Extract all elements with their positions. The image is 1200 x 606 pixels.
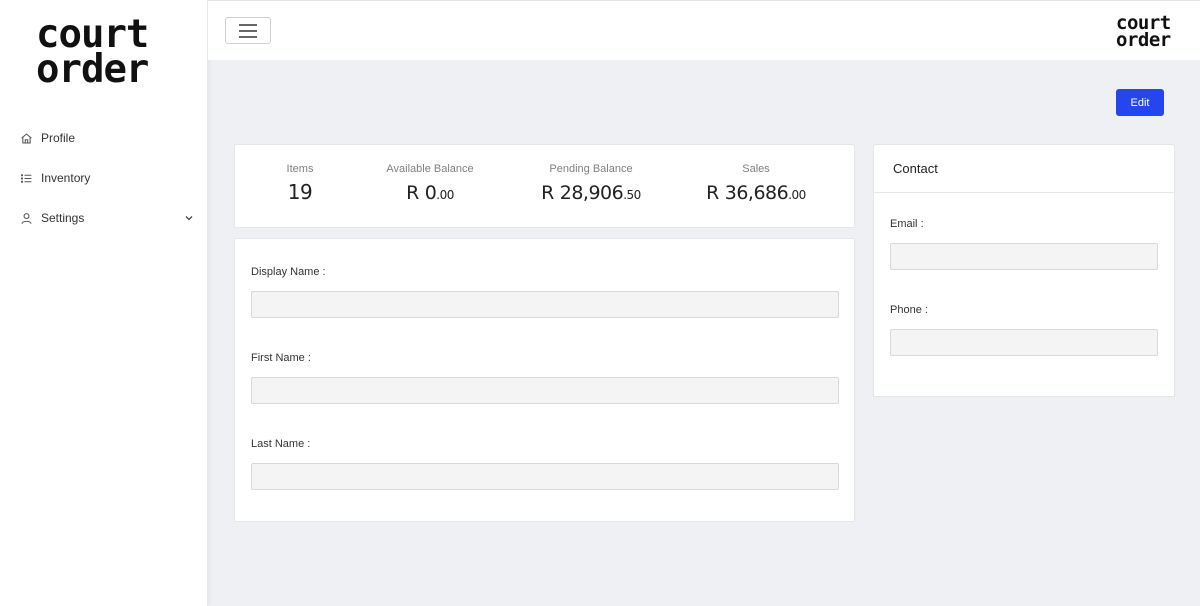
stats-card: Items 19 Available Balance R 0.00 Pendin…: [234, 144, 855, 228]
sidebar-item-label: Profile: [41, 131, 76, 145]
sidebar-item-label: Settings: [41, 211, 85, 225]
phone-input[interactable]: [890, 329, 1158, 356]
stat-label: Available Balance: [386, 163, 474, 175]
top-bar: court order: [208, 0, 1200, 60]
amount-cents: .00: [436, 188, 454, 202]
first-name-label: First Name :: [251, 352, 311, 364]
stat-value: R 0.00: [377, 180, 483, 204]
stat-label: Pending Balance: [549, 163, 633, 175]
sidebar-item-inventory[interactable]: Inventory: [0, 158, 208, 198]
brand-logo[interactable]: court order: [36, 16, 172, 86]
email-label: Email :: [890, 218, 924, 230]
stat-items: Items 19: [275, 163, 325, 204]
sidebar-item-settings[interactable]: Settings: [0, 198, 208, 238]
first-name-input[interactable]: [251, 377, 839, 404]
stat-available-balance: Available Balance R 0.00: [377, 163, 483, 204]
last-name-label: Last Name :: [251, 438, 311, 450]
stat-label: Items: [286, 163, 314, 175]
svg-text:order: order: [36, 47, 148, 86]
profile-form-card: Display Name : First Name : Last Name :: [234, 238, 855, 522]
amount-cents: .50: [623, 188, 641, 202]
menu-toggle-button[interactable]: [225, 17, 271, 44]
home-icon: [20, 132, 33, 145]
phone-field: Phone :: [890, 304, 1158, 356]
last-name-field: Last Name :: [251, 438, 839, 490]
chevron-down-icon[interactable]: [184, 213, 194, 223]
currency-symbol: R: [541, 182, 554, 204]
user-icon: [20, 212, 33, 225]
contact-title: Contact: [874, 145, 1174, 193]
display-name-field: Display Name :: [251, 266, 839, 318]
display-name-label: Display Name :: [251, 266, 326, 278]
sidebar-item-label: Inventory: [41, 171, 91, 185]
hamburger-icon: [239, 23, 257, 38]
currency-symbol: R: [406, 182, 419, 204]
stat-value: R 36,686.00: [701, 180, 811, 204]
list-icon: [20, 172, 33, 185]
stat-value: 19: [287, 180, 313, 204]
stat-pending-balance: Pending Balance R 28,906.50: [541, 163, 641, 204]
display-name-input[interactable]: [251, 291, 839, 318]
amount-whole: 36,686: [724, 182, 789, 204]
currency-symbol: R: [706, 182, 719, 204]
stat-value: R 28,906.50: [541, 180, 641, 204]
contact-card: Contact Email : Phone :: [873, 144, 1175, 397]
first-name-field: First Name :: [251, 352, 839, 404]
edit-button[interactable]: Edit: [1116, 89, 1164, 116]
stat-sales: Sales R 36,686.00: [701, 163, 811, 204]
last-name-input[interactable]: [251, 463, 839, 490]
sidebar-nav: Profile Inventory Settings: [0, 118, 208, 238]
sidebar-item-profile[interactable]: Profile: [0, 118, 208, 158]
amount-whole: 28,906: [559, 182, 624, 204]
phone-label: Phone :: [890, 304, 928, 316]
sidebar: court order Profile Inventory Settings: [0, 0, 208, 606]
stat-label: Sales: [742, 163, 770, 175]
amount-cents: .00: [788, 188, 806, 202]
email-input[interactable]: [890, 243, 1158, 270]
email-field: Email :: [890, 218, 1158, 270]
brand-logo-small[interactable]: court order: [1116, 14, 1184, 48]
amount-whole: 0: [424, 182, 437, 204]
svg-text:order: order: [1116, 29, 1171, 48]
